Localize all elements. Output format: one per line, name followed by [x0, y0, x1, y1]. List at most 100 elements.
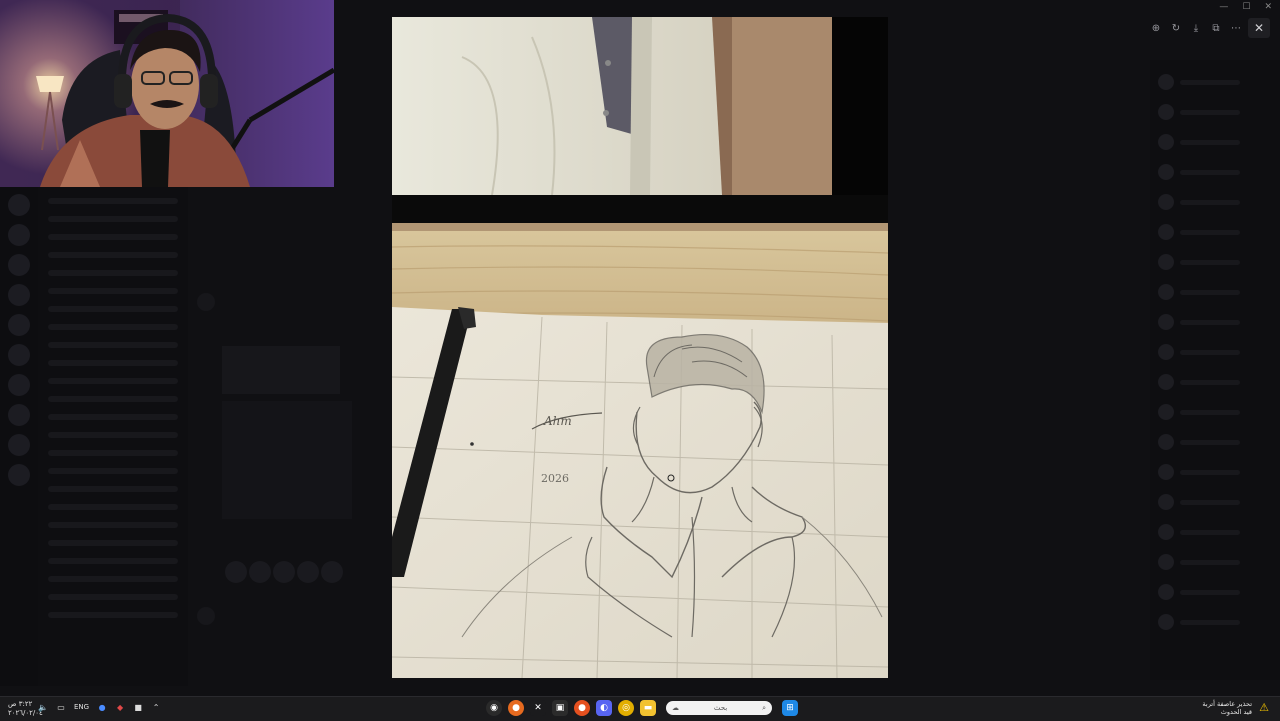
channel-placeholder	[48, 216, 178, 222]
server-icon	[8, 254, 30, 276]
language-indicator[interactable]: ENG	[74, 703, 89, 711]
server-icon	[8, 224, 30, 246]
channel-placeholder	[48, 450, 178, 456]
member-item	[1158, 584, 1272, 600]
file-explorer-icon[interactable]: ▬	[640, 700, 656, 716]
channel-placeholder	[48, 270, 178, 276]
member-item	[1158, 464, 1272, 480]
more-icon[interactable]: ⋯	[1228, 20, 1244, 36]
webcam-feed	[0, 0, 334, 187]
channel-placeholder	[48, 378, 178, 384]
server-icon	[8, 314, 30, 336]
channel-placeholder	[48, 558, 178, 564]
member-item	[1158, 284, 1272, 300]
notification-subtitle: قيد الحدوث	[1220, 708, 1252, 716]
member-item	[1158, 614, 1272, 630]
obs-app-icon[interactable]: ◉	[486, 700, 502, 716]
member-item	[1158, 554, 1272, 570]
download-icon[interactable]: ⤓	[1188, 20, 1204, 36]
discord-app-icon[interactable]: ◐	[596, 700, 612, 716]
terminal-app-icon[interactable]: ▣	[552, 700, 568, 716]
search-placeholder: بحث	[713, 704, 728, 712]
channel-placeholder	[48, 342, 178, 348]
channel-placeholder	[48, 234, 178, 240]
brave-app-icon[interactable]: ●	[574, 700, 590, 716]
channel-placeholder	[48, 324, 178, 330]
volume-icon[interactable]: 🔈	[38, 702, 48, 712]
warning-icon[interactable]: ⚠	[1258, 702, 1270, 714]
maximize-icon[interactable]: ☐	[1242, 2, 1250, 12]
microphone-icon[interactable]: ●	[97, 702, 107, 712]
channel-placeholder	[48, 612, 178, 618]
year-text: 2026	[541, 472, 569, 485]
member-item	[1158, 74, 1272, 90]
channel-placeholder	[48, 288, 178, 294]
channel-list	[38, 186, 188, 686]
server-icon	[8, 284, 30, 306]
system-tray: 🔈 ▭ ENG ● ◆ ■ ⌃	[38, 702, 161, 712]
member-item	[1158, 134, 1272, 150]
member-item	[1158, 314, 1272, 330]
member-list	[1150, 60, 1280, 680]
server-icon	[8, 464, 30, 486]
weather-notification[interactable]: تحذير عاصفة أتربة قيد الحدوث	[1202, 700, 1252, 716]
server-icon	[8, 404, 30, 426]
notification-title: تحذير عاصفة أتربة	[1202, 700, 1252, 708]
member-item	[1158, 254, 1272, 270]
channel-placeholder	[48, 396, 178, 402]
sketch-photo: Ahm 2026	[392, 17, 888, 678]
zoom-in-icon[interactable]: ⊕	[1148, 20, 1164, 36]
minimize-icon[interactable]: —	[1219, 2, 1228, 12]
member-item	[1158, 374, 1272, 390]
open-external-icon[interactable]: ⧉	[1208, 20, 1224, 36]
chevron-up-icon[interactable]: ⌃	[151, 702, 161, 712]
channel-placeholder	[48, 486, 178, 492]
channel-placeholder	[48, 432, 178, 438]
server-icon	[8, 374, 30, 396]
window-close-icon[interactable]: ✕	[1264, 2, 1272, 12]
chat-area	[190, 186, 390, 686]
signature-text: Ahm	[543, 414, 572, 428]
taskbar: ٣:٢٢ ص ٢٠٢٦/٠٢/٠٤ 🔈 ▭ ENG ● ◆ ■ ⌃ ◉ ● ✕ …	[0, 696, 1280, 721]
start-button[interactable]: ⊞	[782, 700, 798, 716]
server-list	[0, 186, 38, 686]
member-item	[1158, 194, 1272, 210]
rotate-icon[interactable]: ↻	[1168, 20, 1184, 36]
channel-placeholder	[48, 468, 178, 474]
channel-placeholder	[48, 540, 178, 546]
member-item	[1158, 344, 1272, 360]
capcut-app-icon[interactable]: ✕	[530, 700, 546, 716]
chrome-app-icon[interactable]: ◎	[618, 700, 634, 716]
channel-placeholder	[48, 252, 178, 258]
image-viewer-toolbar: ⊕ ↻ ⤓ ⧉ ⋯ ✕	[1148, 18, 1270, 38]
chat-placeholder-shapes	[197, 293, 352, 625]
tray-app-icon[interactable]: ■	[133, 702, 143, 712]
close-viewer-button[interactable]: ✕	[1248, 18, 1270, 38]
network-icon[interactable]: ▭	[56, 702, 66, 712]
member-item	[1158, 494, 1272, 510]
search-box[interactable]: ☁ بحث ⌕	[666, 701, 772, 715]
channel-placeholder	[48, 414, 178, 420]
window-controls: — ☐ ✕	[1219, 2, 1272, 12]
server-icon	[8, 344, 30, 366]
taskbar-apps: ◉ ● ✕ ▣ ● ◐ ◎ ▬ ☁ بحث ⌕ ⊞	[486, 700, 798, 716]
search-highlight-icon: ☁	[672, 704, 679, 712]
webcam-overlay	[0, 0, 334, 187]
search-icon: ⌕	[762, 703, 766, 712]
channel-placeholder	[48, 576, 178, 582]
member-item	[1158, 404, 1272, 420]
viewed-photo: Ahm 2026	[392, 17, 888, 678]
channel-placeholder	[48, 522, 178, 528]
firefox-app-icon[interactable]: ●	[508, 700, 524, 716]
server-icon	[8, 434, 30, 456]
member-item	[1158, 104, 1272, 120]
channel-placeholder	[48, 504, 178, 510]
channel-placeholder	[48, 198, 178, 204]
channel-placeholder	[48, 306, 178, 312]
member-item	[1158, 434, 1272, 450]
member-item	[1158, 164, 1272, 180]
member-item	[1158, 224, 1272, 240]
tray-app-icon[interactable]: ◆	[115, 702, 125, 712]
channel-placeholder	[48, 594, 178, 600]
channel-placeholder	[48, 360, 178, 366]
